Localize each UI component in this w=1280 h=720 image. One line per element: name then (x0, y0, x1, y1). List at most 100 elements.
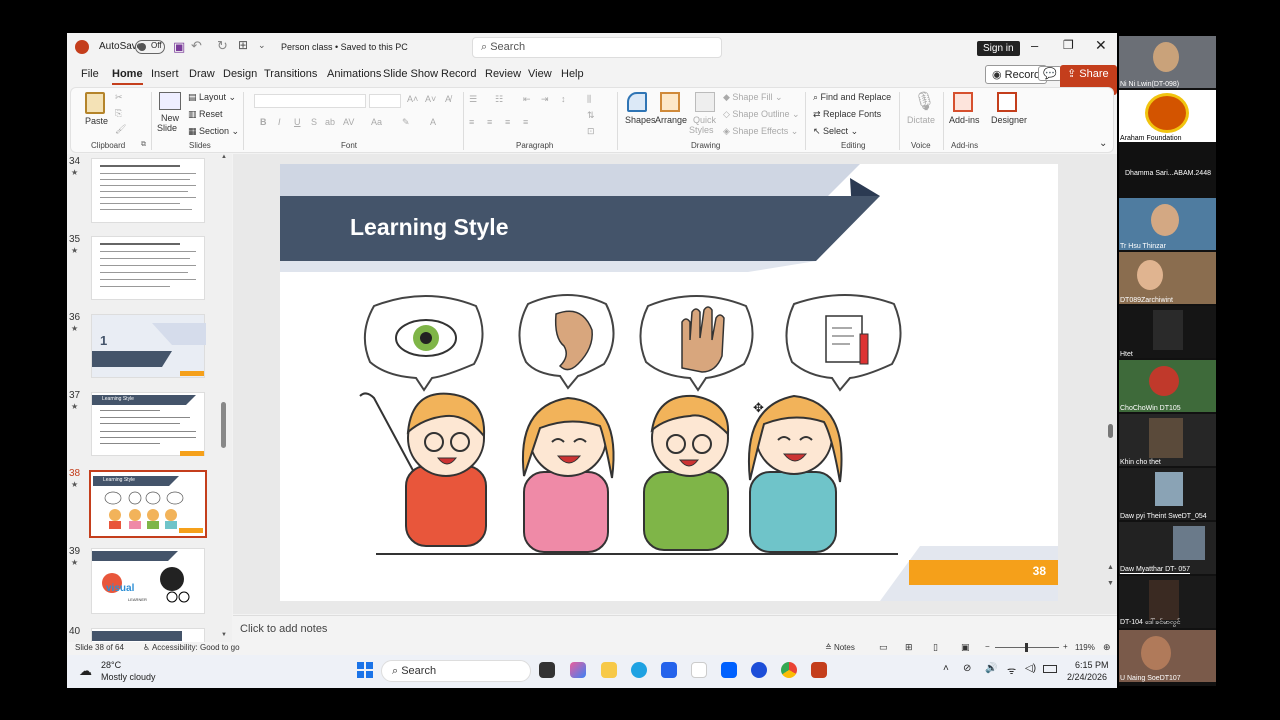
zoom-out-icon[interactable]: − (985, 642, 990, 651)
new-slide-label-2[interactable]: Slide (157, 123, 177, 133)
columns-icon[interactable]: ⫼ (587, 94, 591, 105)
increase-indent-icon[interactable]: ⇥ (541, 94, 549, 105)
tab-insert[interactable]: Insert (151, 68, 179, 80)
zoom-level[interactable]: 119% (1075, 643, 1095, 652)
collapse-ribbon-icon[interactable]: ⌄ (1099, 138, 1107, 149)
designer-button[interactable]: Designer (991, 115, 1027, 125)
section-button[interactable]: ▦ Section ⌄ (188, 126, 239, 137)
participant-tile[interactable]: Htet (1119, 306, 1216, 358)
char-spacing-icon[interactable]: AV (343, 117, 354, 127)
close-icon[interactable]: ✕ (1095, 37, 1107, 54)
reset-button[interactable]: ▥ Reset (188, 109, 223, 120)
font-family-select[interactable] (254, 94, 366, 108)
layout-button[interactable]: ▤ Layout ⌄ (188, 92, 236, 103)
participant-tile[interactable]: ChoChoWin DT105 (1119, 360, 1216, 412)
sign-in-button[interactable]: Sign in (977, 41, 1020, 56)
bold-icon[interactable]: B (260, 117, 267, 127)
microphone-icon[interactable]: 🎙 (913, 91, 936, 112)
notes-toggle[interactable]: ≙ Notes (825, 643, 855, 652)
battery-icon[interactable] (1043, 665, 1057, 673)
align-left-icon[interactable]: ≡ (469, 117, 474, 127)
strikethrough-icon[interactable]: ab (325, 117, 335, 127)
slide-thumbnail-39[interactable]: visual LEARNER (91, 548, 205, 614)
tab-home[interactable]: Home (112, 68, 143, 85)
notes-pane[interactable]: Click to add notes (233, 615, 1117, 642)
save-icon[interactable]: ▣ (173, 39, 185, 55)
redo-icon[interactable]: ↻ (217, 38, 228, 54)
justify-icon[interactable]: ≡ (523, 117, 528, 127)
designer-icon[interactable] (997, 92, 1017, 112)
file-explorer-icon[interactable] (601, 662, 617, 678)
clipboard-launcher-icon[interactable]: ⧉ (141, 141, 146, 149)
scroll-down-icon[interactable]: ▼ (221, 632, 227, 638)
customize-qat-icon[interactable]: ⌄ (258, 40, 266, 51)
clock-date[interactable]: 2/24/2026 (1067, 672, 1107, 682)
decrease-indent-icon[interactable]: ⇤ (523, 94, 531, 105)
slide-thumbnail-37[interactable]: Learning Style (91, 392, 205, 456)
tab-slide-show[interactable]: Slide Show (383, 68, 438, 80)
arrange-icon[interactable] (660, 92, 680, 112)
tab-file[interactable]: File (81, 68, 99, 80)
shape-effects-button[interactable]: ◈ Shape Effects ⌄ (723, 126, 798, 137)
dropbox-icon[interactable] (721, 662, 737, 678)
reading-view-icon[interactable]: ▯ (933, 642, 938, 653)
participant-tile[interactable]: Dhamma Sari...ABAM.2448 (1119, 144, 1216, 196)
tab-design[interactable]: Design (223, 68, 257, 80)
tab-draw[interactable]: Draw (189, 68, 215, 80)
volume-icon[interactable]: ◁) (1025, 663, 1036, 674)
search-input[interactable]: ⌕ Search (472, 37, 722, 58)
numbering-icon[interactable]: ☷ (495, 94, 503, 105)
select-button[interactable]: ↖ Select ⌄ (813, 126, 858, 137)
copy-icon[interactable]: ⎘ (115, 108, 122, 119)
participant-tile[interactable]: Araham Foundation (1119, 90, 1216, 142)
tray-app-icon[interactable]: ⊘ (963, 663, 971, 674)
amazon-icon[interactable] (691, 662, 707, 678)
participant-tile[interactable]: DT089Zarchiwint (1119, 252, 1216, 304)
copilot-icon[interactable] (570, 662, 586, 678)
tab-animations[interactable]: Animations (327, 68, 381, 80)
undo-icon[interactable]: ↶ (191, 38, 202, 54)
slide-thumbnail-36[interactable]: 1 (91, 314, 206, 378)
slide-thumbnail-34[interactable] (91, 158, 205, 223)
minimize-icon[interactable]: – (1031, 38, 1038, 53)
participant-tile[interactable]: Tr Hsu Thinzar (1119, 198, 1216, 250)
slide-sorter-icon[interactable]: ⊞ (905, 642, 913, 653)
underline-icon[interactable]: U (294, 117, 301, 127)
participant-tile[interactable]: Daw pyi Theint SweDT_054 (1119, 468, 1216, 520)
tray-expand-icon[interactable]: ˄ (943, 663, 949, 674)
tab-help[interactable]: Help (561, 68, 584, 80)
thumbnail-scrollbar[interactable]: ▲ ▼ (221, 154, 227, 642)
clock-time[interactable]: 6:15 PM (1075, 660, 1109, 670)
quick-styles-icon[interactable] (695, 92, 715, 112)
store-icon[interactable] (661, 662, 677, 678)
tab-review[interactable]: Review (485, 68, 521, 80)
shape-outline-button[interactable]: ◇ Shape Outline ⌄ (723, 109, 800, 120)
slide-thumbnail-38[interactable]: Learning Style (89, 470, 207, 538)
edge-icon[interactable] (631, 662, 647, 678)
quick-styles-label-1[interactable]: Quick (693, 115, 716, 125)
wifi-icon[interactable]: ᯤ (1007, 663, 1016, 677)
normal-view-icon[interactable]: ▭ (879, 642, 888, 653)
speaker-icon[interactable]: 🔊 (985, 663, 997, 674)
add-ins-button[interactable]: Add-ins (949, 115, 980, 125)
decrease-font-icon[interactable]: A˅ (425, 94, 436, 104)
slideshow-icon[interactable]: ▣ (961, 642, 970, 653)
dictate-button[interactable]: Dictate (907, 115, 935, 125)
replace-fonts-button[interactable]: ⇄ Replace Fonts (813, 109, 881, 120)
slide-thumbnail-35[interactable] (91, 236, 205, 300)
increase-font-icon[interactable]: A˄ (407, 94, 418, 104)
format-painter-icon[interactable]: 🖌 (115, 124, 126, 135)
present-icon[interactable]: ⊞ (238, 38, 248, 52)
zoom-in-icon[interactable]: + (1063, 642, 1068, 651)
bullets-icon[interactable]: ☰ (469, 94, 477, 105)
shapes-button[interactable]: Shapes (625, 115, 656, 125)
slide-thumbnail-40[interactable] (91, 628, 205, 642)
participant-tile[interactable]: U Naing SoeDT107 (1119, 630, 1216, 682)
italic-icon[interactable]: I (278, 117, 281, 127)
new-slide-icon[interactable] (159, 92, 181, 110)
weather-icon[interactable]: ☁ (79, 663, 92, 679)
restore-icon[interactable]: ❐ (1063, 38, 1074, 52)
shadow-icon[interactable]: S (311, 117, 317, 127)
task-view-icon[interactable] (539, 662, 555, 678)
scroll-up-icon[interactable]: ▲ (221, 154, 227, 160)
